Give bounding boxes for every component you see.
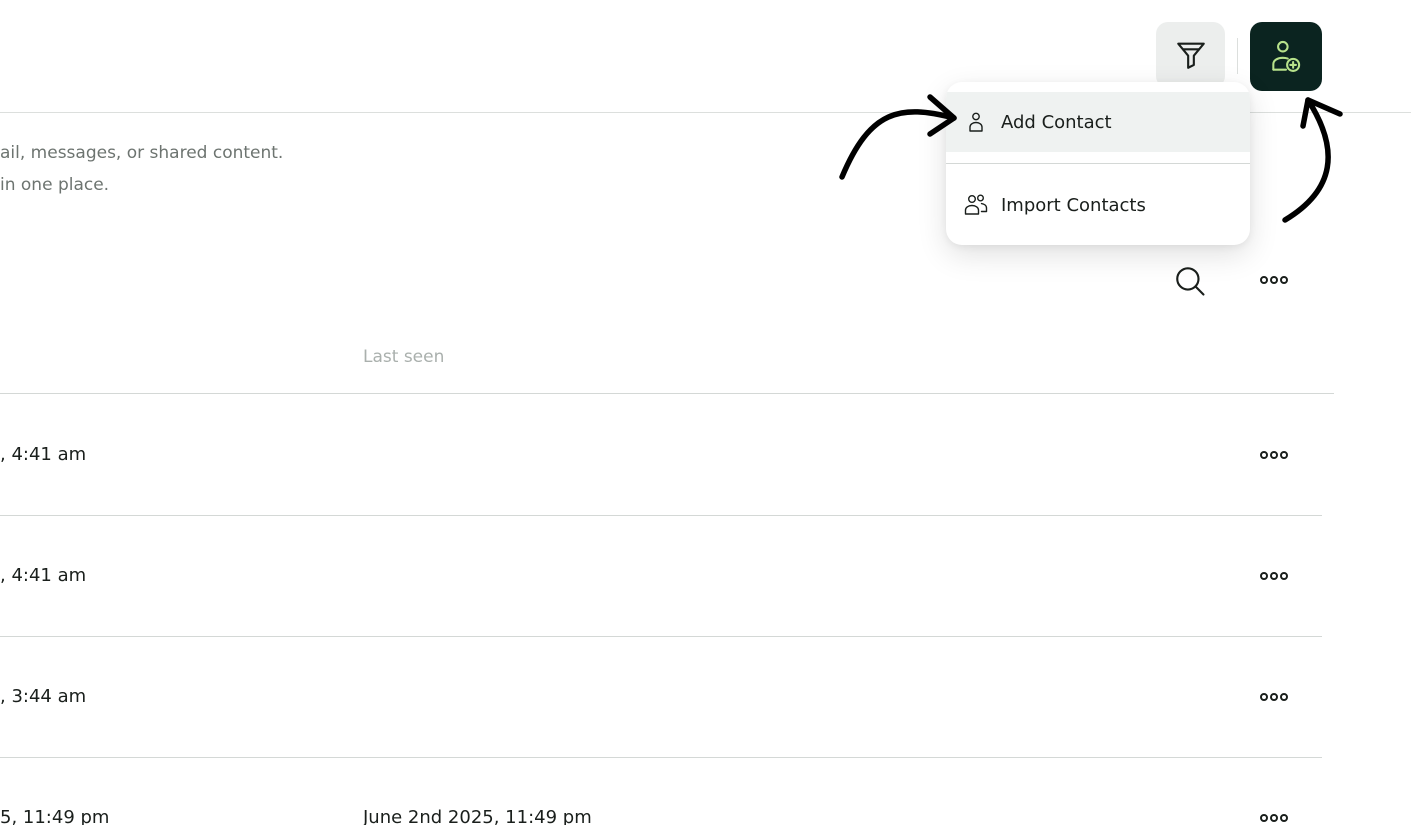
search-icon [1176,267,1205,296]
add-contact-dropdown-menu: Add Contact Import Contacts [946,82,1250,245]
annotation-arrowhead-right [1300,97,1343,129]
table-options-button[interactable] [1256,273,1292,287]
users-icon [963,192,989,218]
row-divider [0,757,1322,758]
more-horizontal-icon [1260,693,1288,701]
table-header-divider [0,393,1334,394]
table-row-4-last-seen: June 2nd 2025, 11:49 pm [363,807,592,825]
table-row-1-date: , 4:41 am [0,444,87,465]
filter-funnel-icon [1176,42,1205,69]
search-button[interactable] [1173,264,1207,298]
page-description-line-1: ail, messages, or shared content. [0,143,284,163]
column-header-last-seen[interactable]: Last seen [363,347,444,367]
page-description-line-2: in one place. [0,175,110,195]
more-horizontal-icon [1260,572,1288,580]
menu-item-import-contacts[interactable]: Import Contacts [946,174,1250,236]
row-1-options-button[interactable] [1256,448,1292,462]
menu-divider [946,163,1250,164]
more-horizontal-icon [1260,451,1288,459]
menu-item-label: Add Contact [1001,111,1112,133]
menu-item-add-contact[interactable]: Add Contact [946,92,1250,152]
menu-item-label: Import Contacts [1001,194,1146,216]
add-contact-button[interactable] [1250,22,1322,91]
annotation-arrow-left [839,109,957,180]
table-row-4-date: 5, 11:49 pm [0,807,110,825]
row-3-options-button[interactable] [1256,690,1292,704]
filter-button[interactable] [1156,22,1225,88]
toolbar-separator [1237,38,1238,74]
row-divider [0,636,1322,637]
table-row-3-date: , 3:44 am [0,686,87,707]
row-divider [0,515,1322,516]
add-contact-icon [1272,40,1301,72]
more-horizontal-icon [1260,814,1288,822]
more-horizontal-icon [1260,276,1288,284]
table-row-2-date: , 4:41 am [0,565,87,586]
user-icon [963,109,989,135]
contacts-page: ail, messages, or shared content. in one… [0,0,1411,825]
row-4-options-button[interactable] [1256,811,1292,825]
row-2-options-button[interactable] [1256,569,1292,583]
annotation-arrow-right [1282,97,1331,223]
